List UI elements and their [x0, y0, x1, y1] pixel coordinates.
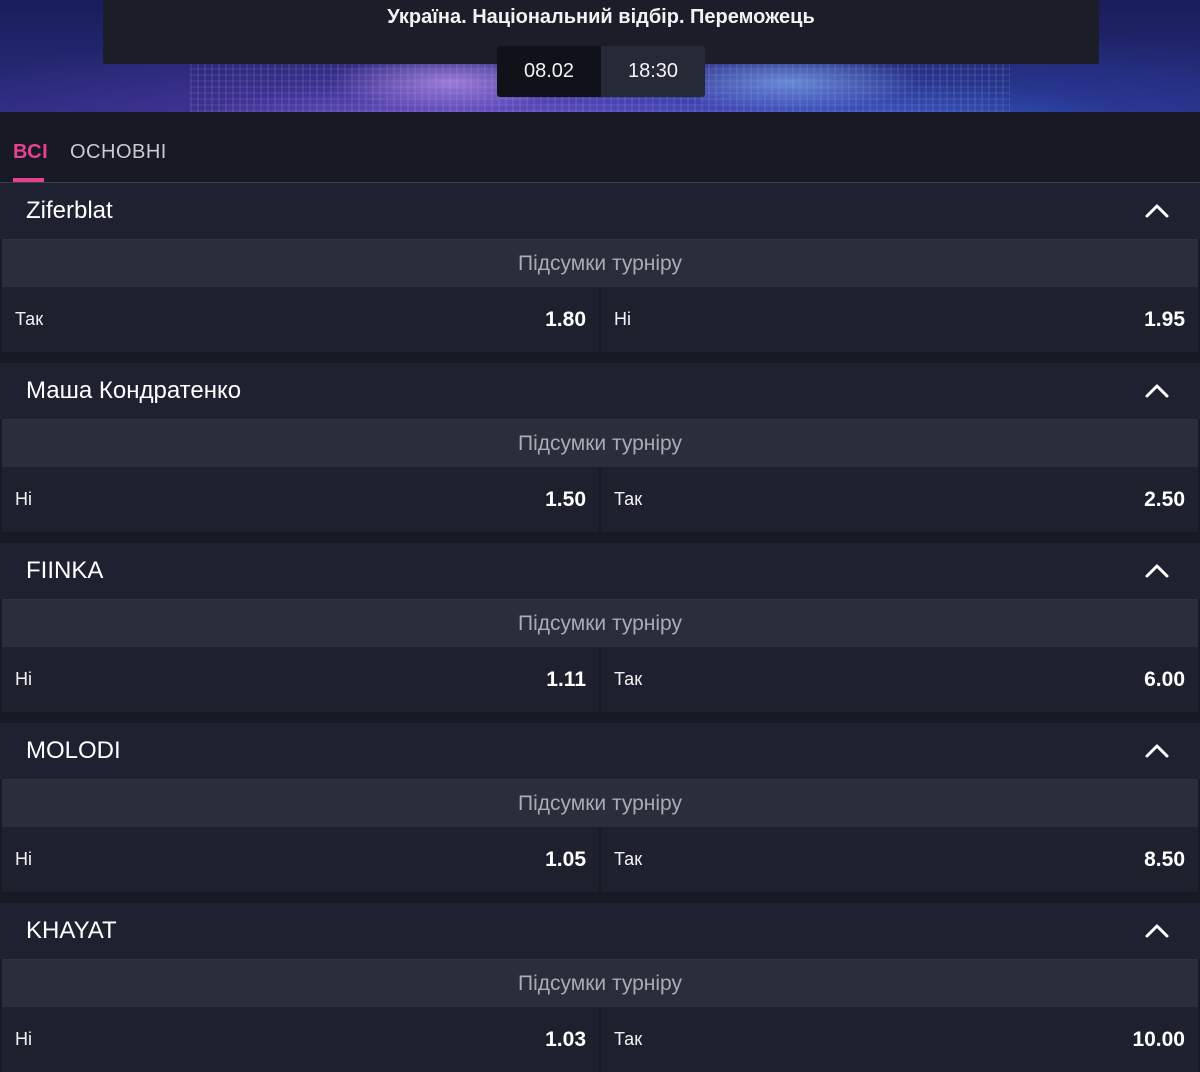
odd-label: Ні — [15, 1029, 32, 1049]
market-name: MOLODI — [26, 737, 121, 764]
odd-label: Ні — [15, 669, 32, 689]
odds-row: Ні 1.50 Так 2.50 — [2, 467, 1198, 532]
event-date: 08.02 — [497, 46, 601, 97]
odd-label: Так — [614, 849, 643, 869]
chevron-up-icon[interactable] — [1144, 921, 1170, 941]
odd-label: Ні — [614, 309, 631, 329]
odds-row: Ні 1.11 Так 6.00 — [2, 647, 1198, 712]
odd-label: Так — [614, 1029, 643, 1049]
event-title: Україна. Національний відбір. Переможець — [387, 6, 815, 28]
market-header[interactable]: KHAYAT — [0, 903, 1200, 959]
odd-button[interactable]: Ні 1.03 — [2, 1007, 599, 1072]
market-block: Маша Кондратенко Підсумки турніру Ні 1.5… — [0, 363, 1200, 532]
chevron-up-icon[interactable] — [1144, 201, 1170, 221]
odd-label: Так — [614, 669, 643, 689]
odd-value: 10.00 — [1132, 1027, 1185, 1051]
market-block: Ziferblat Підсумки турніру Так 1.80 Ні 1… — [0, 183, 1200, 352]
odd-value: 1.03 — [545, 1027, 586, 1051]
market-block: FIINKA Підсумки турніру Ні 1.11 Так 6.00 — [0, 543, 1200, 712]
event-datetime: 08.02 18:30 — [497, 46, 705, 97]
tab-main[interactable]: ОСНОВНІ — [70, 141, 167, 164]
odd-button[interactable]: Ні 1.05 — [2, 827, 599, 892]
market-block: MOLODI Підсумки турніру Ні 1.05 Так 8.50 — [0, 723, 1200, 892]
odd-value: 1.11 — [546, 667, 586, 691]
odd-button[interactable]: Ні 1.95 — [601, 287, 1198, 352]
odd-value: 2.50 — [1144, 487, 1185, 511]
odd-label: Так — [614, 489, 643, 509]
market-name: Маша Кондратенко — [26, 377, 242, 404]
odd-button[interactable]: Так 6.00 — [601, 647, 1198, 712]
market-name: FIINKA — [26, 557, 104, 584]
market-header[interactable]: Маша Кондратенко — [0, 363, 1200, 419]
market-name: KHAYAT — [26, 917, 117, 944]
market-name: Ziferblat — [26, 197, 113, 224]
odds-row: Так 1.80 Ні 1.95 — [2, 287, 1198, 352]
odd-value: 8.50 — [1144, 847, 1185, 871]
market-subtitle: Підсумки турніру — [2, 239, 1198, 287]
odd-label: Ні — [15, 849, 32, 869]
event-hero-banner: Україна. Національний відбір. Переможець… — [0, 0, 1200, 112]
market-subtitle: Підсумки турніру — [2, 959, 1198, 1007]
odd-button[interactable]: Ні 1.11 — [2, 647, 599, 712]
odd-value: 1.05 — [545, 847, 586, 871]
market-subtitle: Підсумки турніру — [2, 599, 1198, 647]
chevron-up-icon[interactable] — [1144, 381, 1170, 401]
market-subtitle: Підсумки турніру — [2, 419, 1198, 467]
market-block: KHAYAT Підсумки турніру Ні 1.03 Так 10.0… — [0, 903, 1200, 1072]
odd-button[interactable]: Ні 1.50 — [2, 467, 599, 532]
stage-light-right — [700, 62, 920, 112]
odd-value: 1.95 — [1144, 307, 1185, 331]
odd-label: Ні — [15, 489, 32, 509]
market-tabs: ВСІ ОСНОВНІ — [0, 112, 1200, 183]
market-subtitle: Підсумки турніру — [2, 779, 1198, 827]
odd-button[interactable]: Так 1.80 — [2, 287, 599, 352]
odd-value: 6.00 — [1144, 667, 1185, 691]
event-time: 18:30 — [601, 46, 705, 97]
odd-button[interactable]: Так 8.50 — [601, 827, 1198, 892]
active-tab-indicator — [13, 178, 44, 182]
market-header[interactable]: MOLODI — [0, 723, 1200, 779]
odd-button[interactable]: Так 2.50 — [601, 467, 1198, 532]
odd-button[interactable]: Так 10.00 — [601, 1007, 1198, 1072]
odds-row: Ні 1.05 Так 8.50 — [2, 827, 1198, 892]
tab-all[interactable]: ВСІ — [13, 141, 48, 164]
odd-value: 1.50 — [545, 487, 586, 511]
market-header[interactable]: FIINKA — [0, 543, 1200, 599]
chevron-up-icon[interactable] — [1144, 741, 1170, 761]
odd-value: 1.80 — [545, 307, 586, 331]
chevron-up-icon[interactable] — [1144, 561, 1170, 581]
market-header[interactable]: Ziferblat — [0, 183, 1200, 239]
odd-label: Так — [15, 309, 44, 329]
odds-row: Ні 1.03 Так 10.00 — [2, 1007, 1198, 1072]
